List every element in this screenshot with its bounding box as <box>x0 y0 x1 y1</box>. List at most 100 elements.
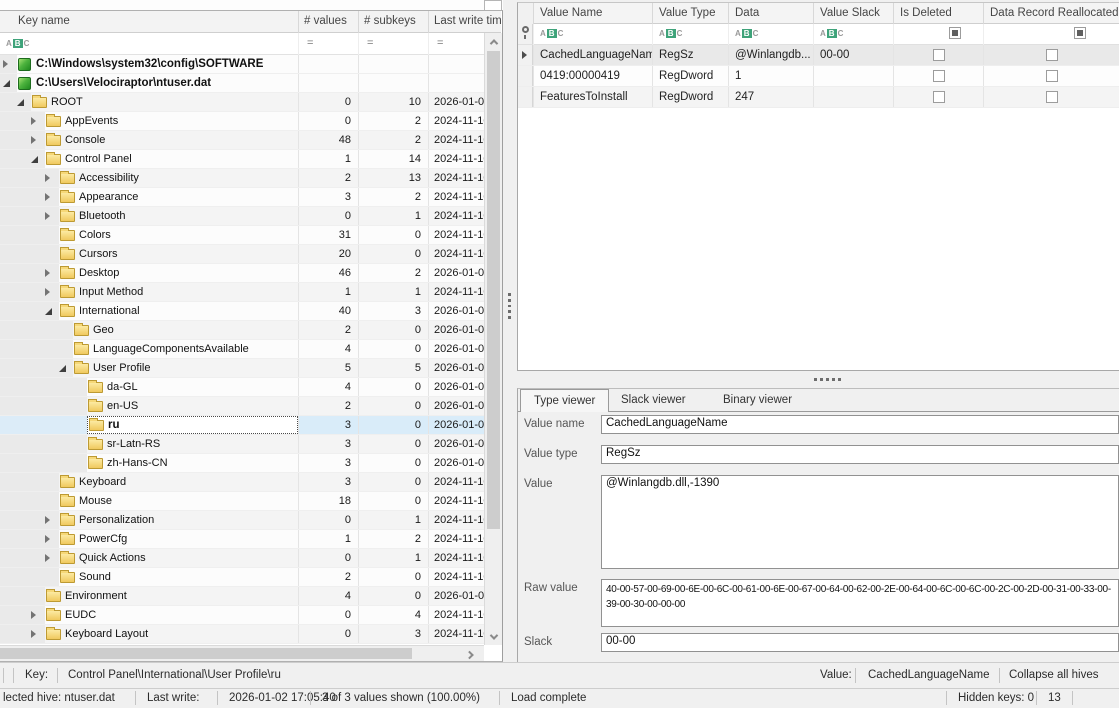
tab-type-viewer[interactable]: Type viewer <box>520 389 609 412</box>
value-row[interactable]: 0419:00000419 RegDword 1 <box>518 66 1119 87</box>
tree-filter-row[interactable]: ABC = = = <box>0 33 501 55</box>
expand-arrow-icon[interactable] <box>45 212 50 220</box>
horizontal-scroll-thumb[interactable] <box>0 648 412 659</box>
is-deleted-filter-checkbox[interactable] <box>949 27 961 39</box>
key-name-cell[interactable]: en-US <box>87 397 298 415</box>
tree-row[interactable]: Environment 4 0 2026-01-02 <box>0 587 484 606</box>
expand-arrow-icon[interactable] <box>31 611 36 619</box>
key-name-cell[interactable]: AppEvents <box>45 112 298 130</box>
tree-row[interactable]: da-GL 4 0 2026-01-02 <box>0 378 484 397</box>
key-name-cell[interactable]: Personalization <box>59 511 298 529</box>
tree-row[interactable]: Personalization 0 1 2024-11-10 <box>0 511 484 530</box>
grid-column-value-type[interactable]: Value Type <box>652 3 728 24</box>
tree-column-values[interactable]: # values <box>298 11 358 33</box>
expand-arrow-icon[interactable] <box>17 99 24 106</box>
value-slack-cell[interactable] <box>813 87 893 107</box>
tree-row[interactable]: Colors 31 0 2024-11-10 <box>0 226 484 245</box>
expand-arrow-icon[interactable] <box>3 60 8 68</box>
tab-slack-viewer[interactable]: Slack viewer <box>608 389 699 412</box>
tree-row[interactable]: User Profile 5 5 2026-01-02 <box>0 359 484 378</box>
data-cell[interactable]: 1 <box>728 66 813 86</box>
grid-column-is-deleted[interactable]: Is Deleted <box>893 3 983 24</box>
slack-field[interactable]: 00-00 <box>601 633 1119 652</box>
key-name-cell[interactable]: Quick Actions <box>59 549 298 567</box>
is-deleted-checkbox[interactable] <box>933 70 945 82</box>
tree-row[interactable]: Desktop 46 2 2026-01-02 <box>0 264 484 283</box>
key-name-cell[interactable]: Keyboard Layout <box>45 625 298 643</box>
tree-row[interactable]: ROOT 0 10 2026-01-02 <box>0 93 484 112</box>
is-deleted-checkbox[interactable] <box>933 91 945 103</box>
expand-arrow-icon[interactable] <box>45 516 50 524</box>
value-type-cell[interactable]: RegSz <box>652 45 728 65</box>
key-name-cell[interactable]: Geo <box>73 321 298 339</box>
value-type-field[interactable]: RegSz <box>601 445 1119 464</box>
key-name-cell[interactable]: Colors <box>59 226 298 244</box>
expand-arrow-icon[interactable] <box>45 535 50 543</box>
scroll-right-button[interactable] <box>462 646 480 663</box>
key-name-cell[interactable]: Desktop <box>59 264 298 282</box>
tree-row[interactable]: Console 48 2 2024-11-10 <box>0 131 484 150</box>
expand-arrow-icon[interactable] <box>45 193 50 201</box>
tree-row[interactable]: Accessibility 2 13 2024-11-10 <box>0 169 484 188</box>
key-name-cell[interactable]: Sound <box>59 568 298 586</box>
scroll-down-button[interactable] <box>485 628 503 645</box>
tree-column-last-write[interactable]: Last write time <box>428 11 501 33</box>
grid-column-value-slack[interactable]: Value Slack <box>813 3 893 24</box>
tree-row[interactable]: Keyboard Layout 0 3 2024-11-10 <box>0 625 484 644</box>
tree-row[interactable]: zh-Hans-CN 3 0 2026-01-02 <box>0 454 484 473</box>
expand-arrow-icon[interactable] <box>31 117 36 125</box>
tree-row[interactable]: Quick Actions 0 1 2024-11-10 <box>0 549 484 568</box>
key-name-cell[interactable]: Keyboard <box>59 473 298 491</box>
tree-vertical-scrollbar[interactable] <box>484 33 502 645</box>
value-slack-cell[interactable]: 00-00 <box>813 45 893 65</box>
key-name-cell[interactable]: International <box>59 302 298 320</box>
key-name-cell[interactable]: Console <box>45 131 298 149</box>
expand-arrow-icon[interactable] <box>45 288 50 296</box>
collapse-all-hives-button[interactable]: Collapse all hives <box>1009 669 1099 681</box>
expand-arrow-icon[interactable] <box>59 365 66 372</box>
expand-arrow-icon[interactable] <box>31 136 36 144</box>
key-name-cell[interactable]: Control Panel <box>45 150 298 168</box>
tree-row[interactable]: Appearance 3 2 2024-11-10 <box>0 188 484 207</box>
value-field[interactable]: @Winlangdb.dll,-1390 <box>601 475 1119 569</box>
value-row[interactable]: CachedLanguageName RegSz @Winlangdb... 0… <box>518 45 1119 66</box>
tree-row[interactable]: International 40 3 2026-01-02 <box>0 302 484 321</box>
is-deleted-checkbox[interactable] <box>933 49 945 61</box>
tree-row[interactable]: ru 3 0 2026-01-02 <box>0 416 484 435</box>
value-name-cell[interactable]: 0419:00000419 <box>533 66 652 86</box>
value-slack-cell[interactable] <box>813 66 893 86</box>
tree-row[interactable]: AppEvents 0 2 2024-11-10 <box>0 112 484 131</box>
tree-row[interactable]: C:\Users\Velociraptor\ntuser.dat <box>0 74 484 93</box>
tree-filter-values[interactable]: = <box>298 33 358 55</box>
reallocated-checkbox[interactable] <box>1046 70 1058 82</box>
grid-column-data-record-reallocated[interactable]: Data Record Reallocated <box>983 3 1119 24</box>
expand-arrow-icon[interactable] <box>45 269 50 277</box>
key-name-cell[interactable]: da-GL <box>87 378 298 396</box>
raw-value-field[interactable]: 40-00-57-00-69-00-6E-00-6C-00-61-00-6E-0… <box>601 579 1119 627</box>
data-cell[interactable]: @Winlangdb... <box>728 45 813 65</box>
value-row[interactable]: FeaturesToInstall RegDword 247 <box>518 87 1119 108</box>
value-type-cell[interactable]: RegDword <box>652 66 728 86</box>
key-name-cell[interactable]: Environment <box>45 587 298 605</box>
key-name-cell[interactable]: ROOT <box>31 93 298 111</box>
expand-arrow-icon[interactable] <box>31 156 38 163</box>
tree-row[interactable]: C:\Windows\system32\config\SOFTWARE <box>0 55 484 74</box>
tree-column-subkeys[interactable]: # subkeys <box>358 11 428 33</box>
tree-row[interactable]: Input Method 1 1 2024-11-10 <box>0 283 484 302</box>
tree-row[interactable]: LanguageComponentsAvailable 4 0 2026-01-… <box>0 340 484 359</box>
value-name-cell[interactable]: CachedLanguageName <box>533 45 652 65</box>
tree-row[interactable]: sr-Latn-RS 3 0 2026-01-02 <box>0 435 484 454</box>
tree-horizontal-scrollbar[interactable] <box>0 645 484 661</box>
tree-row[interactable]: Geo 2 0 2026-01-02 <box>0 321 484 340</box>
reallocated-checkbox[interactable] <box>1046 49 1058 61</box>
tree-row[interactable]: Cursors 20 0 2024-11-10 <box>0 245 484 264</box>
reallocated-filter-checkbox[interactable] <box>1074 27 1086 39</box>
tab-binary-viewer[interactable]: Binary viewer <box>710 389 805 412</box>
value-name-field[interactable]: CachedLanguageName <box>601 415 1119 434</box>
tree-row[interactable]: Control Panel 1 14 2024-11-10 <box>0 150 484 169</box>
key-name-cell[interactable]: C:\Users\Velociraptor\ntuser.dat <box>17 74 298 92</box>
horizontal-splitter[interactable] <box>814 375 844 383</box>
key-name-cell[interactable]: Cursors <box>59 245 298 263</box>
tree-column-key-name[interactable]: Key name <box>0 11 298 33</box>
tree-row[interactable]: en-US 2 0 2026-01-02 <box>0 397 484 416</box>
